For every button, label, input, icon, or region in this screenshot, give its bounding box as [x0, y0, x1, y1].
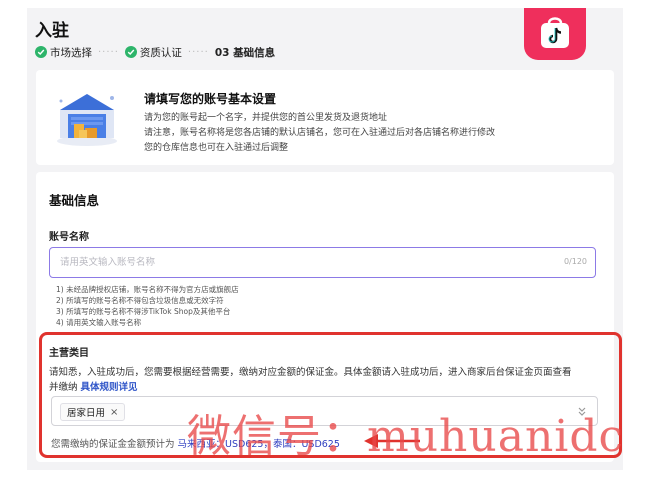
- intro-heading: 请填写您的账号基本设置: [144, 92, 277, 106]
- section-title: 基础信息: [49, 193, 100, 208]
- main-category-label: 主营类目: [49, 348, 89, 359]
- step-label: 资质认证: [139, 46, 182, 59]
- step-basic-info: 03 基础信息: [215, 45, 275, 60]
- check-circle-icon: [35, 46, 47, 58]
- tiktok-shop-logo: [524, 8, 586, 60]
- step-label: 03 基础信息: [214, 46, 276, 59]
- category-tag: 居家日用 ×: [60, 403, 126, 421]
- account-name-field[interactable]: 0/120: [49, 247, 596, 278]
- step-connector: ·····: [98, 46, 119, 58]
- rules-link[interactable]: 具体规则详见: [81, 382, 138, 393]
- tag-label: 居家日用: [67, 408, 106, 419]
- deposit-estimate: 您需缴纳的保证金金额预计为 马来西亚：USD625，泰国：USD625: [51, 436, 340, 450]
- check-circle-icon: [124, 46, 137, 58]
- step-market: 市场选择: [35, 45, 92, 60]
- step-label: 市场选择: [50, 46, 92, 59]
- step-qualification: 资质认证: [124, 45, 182, 60]
- intro-card: 请填写您的账号基本设置 请为您的账号起一个名字，并提供您的首公里发货及退货地址 …: [36, 70, 614, 165]
- deposit-amount: 马来西亚：USD625，泰国：USD625: [177, 439, 340, 450]
- warehouse-illustration-icon: [57, 94, 117, 146]
- step-connector: ·····: [187, 46, 209, 58]
- page-title: 入驻: [35, 21, 69, 41]
- close-icon[interactable]: ×: [110, 407, 118, 418]
- arrow-left-icon: [364, 434, 420, 448]
- account-name-input[interactable]: [60, 254, 540, 271]
- intro-line: 请注意，账号名称将是您各店铺的默认店铺名，您可在入驻通过后对各店铺名称进行修改: [144, 128, 496, 138]
- category-notice: 请知悉，入驻成功后，您需要根据经营需要，缴纳对应金额的保证金。具体金额请入驻成功…: [49, 367, 572, 378]
- tiktok-shop-bag-icon: [541, 17, 569, 48]
- category-notice: 并缴纳 具体规则详见: [49, 379, 138, 393]
- account-name-label: 账号名称: [49, 232, 89, 243]
- intro-line: 请为您的账号起一个名字，并提供您的首公里发货及退货地址: [144, 113, 388, 123]
- category-select[interactable]: 居家日用 ×: [51, 396, 598, 426]
- rule-item: 1) 未经品牌授权店铺，账号名称不得为官方店或旗舰店: [56, 285, 239, 294]
- notice-prefix: 并缴纳: [49, 382, 81, 393]
- intro-line: 您的仓库信息也可在入驻通过后调整: [144, 143, 289, 153]
- rule-item: 3) 所填写的账号名称不得涉TikTok Shop及其他平台: [56, 307, 231, 316]
- chevron-down-icon[interactable]: [577, 405, 587, 417]
- rule-item: 4) 请用英文输入账号名称: [56, 318, 142, 327]
- rule-item: 2) 所填写的账号名称不得包含垃圾信息或无效字符: [56, 296, 224, 305]
- progress-steps: 市场选择 ····· 资质认证 ····· 03 基础信息: [35, 43, 275, 61]
- char-counter: 0/120: [563, 257, 587, 266]
- deposit-prefix: 您需缴纳的保证金金额预计为: [51, 439, 178, 450]
